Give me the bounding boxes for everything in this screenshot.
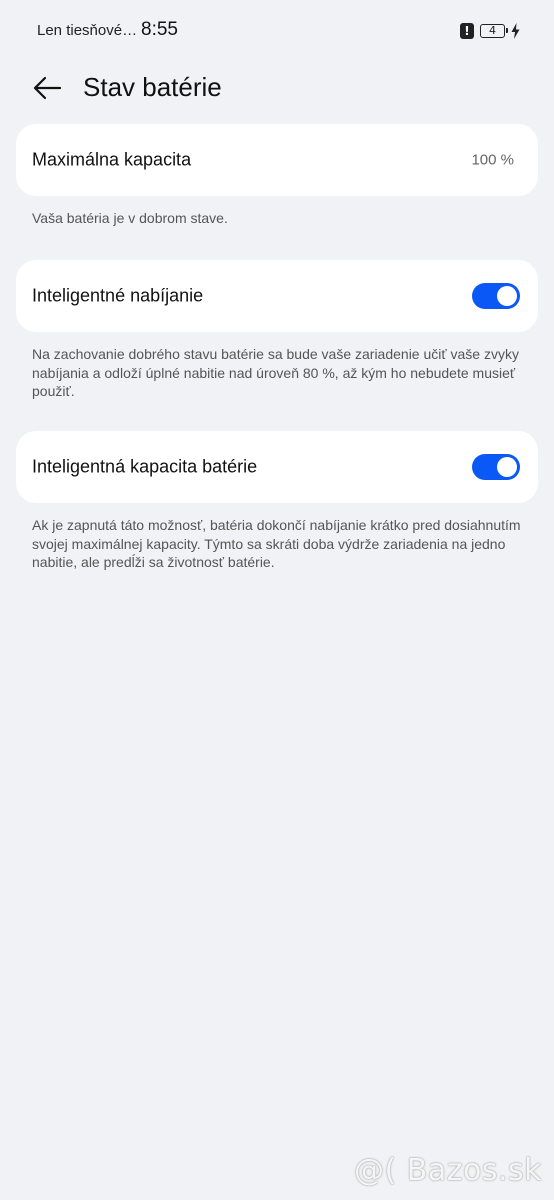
smart-charging-label: Inteligentné nabíjanie — [32, 285, 204, 306]
battery-icon: 4 — [480, 24, 508, 38]
arrow-left-icon — [33, 76, 62, 100]
smart-capacity-toggle[interactable] — [472, 454, 520, 480]
battery-level: 4 — [489, 24, 496, 37]
max-capacity-card: Maximálna kapacita 100 % — [16, 124, 538, 196]
page-title: Stav batérie — [83, 72, 222, 102]
status-bar: Len tiesňové… 8:55 ! 4 — [0, 0, 554, 62]
watermark: @( Bazos.sk — [354, 1153, 542, 1188]
charging-icon — [511, 23, 520, 39]
app-header: Stav batérie — [0, 62, 554, 114]
max-capacity-label: Maximálna kapacita — [32, 149, 192, 170]
alert-icon: ! — [460, 23, 474, 39]
clock: 8:55 — [141, 19, 178, 40]
carrier-label: Len tiesňové… — [37, 22, 138, 39]
status-icons: ! 4 — [460, 21, 520, 41]
max-capacity-description: Vaša batéria je v dobrom stave. — [32, 210, 228, 226]
toggle-knob — [497, 286, 517, 306]
smart-charging-card[interactable]: Inteligentné nabíjanie — [16, 260, 538, 332]
toggle-knob — [497, 457, 517, 477]
smart-capacity-card[interactable]: Inteligentná kapacita batérie — [16, 431, 538, 503]
smart-charging-description: Na zachovanie dobrého stavu batérie sa b… — [32, 346, 519, 399]
max-capacity-value: 100 % — [471, 151, 514, 169]
smart-charging-toggle[interactable] — [472, 283, 520, 309]
back-button[interactable] — [30, 74, 64, 102]
smart-capacity-label: Inteligentná kapacita batérie — [32, 456, 258, 477]
smart-capacity-description: Ak je zapnutá táto možnosť, batéria doko… — [32, 517, 521, 570]
